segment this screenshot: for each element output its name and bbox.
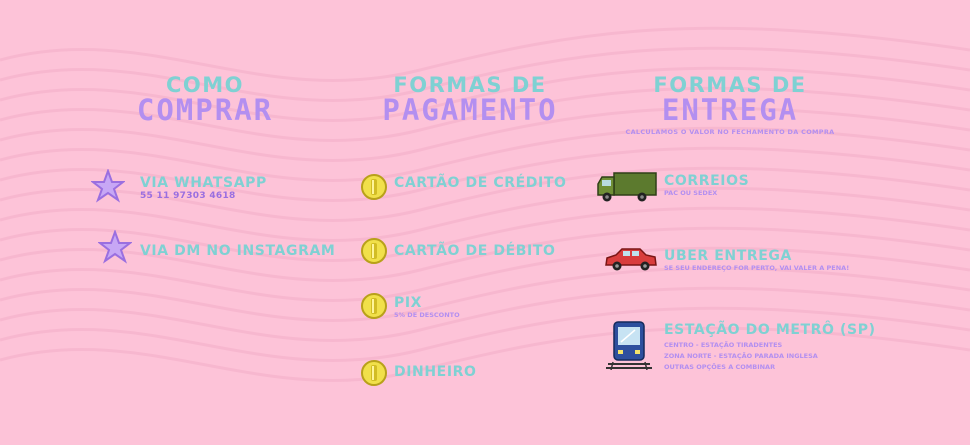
credito-label: CARTÃO DE CRÉDITO [394,175,567,191]
coin-icon [361,360,387,386]
uber-item: UBER ENTREGA SE SEU ENDEREÇO FOR PERTO, … [664,248,849,273]
correios-detail: PAC OU SEDEX [664,189,718,197]
via-whatsapp-item[interactable]: VIA WHATSAPP 55 11 97303 4618 [140,175,267,201]
via-instagram-item[interactable]: VIA DM NO INSTAGRAM [140,243,335,259]
entrega-title-bottom: ENTREGA [661,93,799,127]
correios-item: CORREIOS PAC OU SEDEX [664,173,749,198]
correios-label: CORREIOS [664,173,750,189]
metro-label: ESTAÇÃO DO METRÔ (SP) [664,322,876,338]
credito-item: CARTÃO DE CRÉDITO [394,175,567,191]
pix-item: PIX 5% DE DESCONTO [394,295,460,320]
pix-label: PIX [394,295,423,311]
truck-icon [597,172,657,202]
coin-icon [361,238,387,264]
metro-detail-outras: OUTRAS OPÇÕES A COMBINAR [664,363,776,371]
entrega-subtitle: CALCULAMOS O VALOR NO FECHAMENTO DA COMP… [625,128,835,136]
whatsapp-number: 55 11 97303 4618 [140,191,236,201]
metro-item: ESTAÇÃO DO METRÔ (SP) CENTRO - ESTAÇÃO T… [664,322,876,373]
via-instagram-label: VIA DM NO INSTAGRAM [140,243,336,259]
dinheiro-label: DINHEIRO [394,364,477,380]
como-comprar-heading: COMO COMPRAR [100,74,310,127]
entrega-heading: FORMAS DE ENTREGA CALCULAMOS O VALOR NO … [615,74,845,136]
metro-detail-centro: CENTRO - ESTAÇÃO TIRADENTES [664,341,783,349]
pix-discount: 5% DE DESCONTO [394,311,460,319]
dinheiro-item: DINHEIRO [394,364,477,380]
como-comprar-title-bottom: COMPRAR [136,93,274,127]
coin-icon [361,293,387,319]
car-icon [605,248,657,271]
uber-detail: SE SEU ENDEREÇO FOR PERTO, VAI VALER A P… [664,264,850,272]
star-icon [91,169,125,203]
wavy-background-pattern [0,26,970,382]
pagamento-title-bottom: PAGAMENTO [382,93,558,127]
star-icon [98,230,132,264]
pagamento-heading: FORMAS DE PAGAMENTO [355,74,585,127]
debito-label: CARTÃO DE DÉBITO [394,243,556,259]
uber-label: UBER ENTREGA [664,248,792,264]
metro-detail-zona-norte: ZONA NORTE - ESTAÇÃO PARADA INGLESA [664,352,818,360]
metro-train-icon [606,321,652,370]
via-whatsapp-label: VIA WHATSAPP [140,175,267,191]
debito-item: CARTÃO DE DÉBITO [394,243,556,259]
coin-icon [361,174,387,200]
